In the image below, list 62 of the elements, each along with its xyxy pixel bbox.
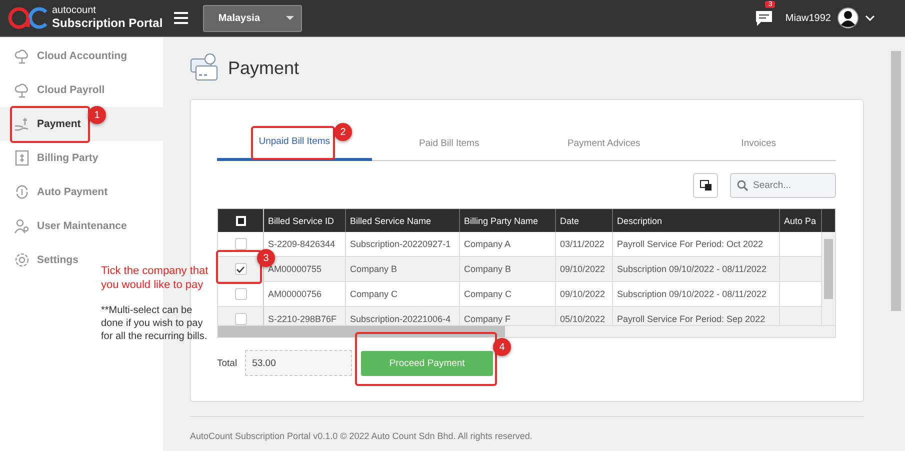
payment-card-icon — [190, 53, 218, 83]
sidebar-item[interactable]: User Maintenance — [0, 209, 131, 243]
tab[interactable]: Payment Advices — [566, 138, 642, 150]
table-cell: Payroll Service For Period: Oct 2022 — [613, 232, 780, 256]
sidebar-item-icon — [14, 252, 30, 268]
table-cell: Company B — [346, 257, 460, 281]
sidebar-item-icon — [14, 218, 30, 234]
sidebar-item[interactable]: Settings — [0, 243, 82, 277]
table-cell: Subscription-20220927-1 — [346, 232, 460, 256]
note-text: for all the recurring bills. — [101, 330, 208, 343]
logo-wordmark: autocount — [52, 6, 97, 17]
table-cell: Company A — [460, 232, 556, 256]
chat-icon[interactable] — [755, 9, 774, 27]
caret-icon — [286, 16, 294, 20]
sidebar-item[interactable]: Cloud Accounting — [0, 39, 132, 73]
table-cell: 03/11/2022 — [556, 232, 613, 256]
table-cell: Company C — [460, 282, 556, 306]
tip-text: you would like to pay — [101, 278, 204, 292]
sidebar-item[interactable]: Cloud Payroll — [0, 73, 109, 107]
sidebar-item[interactable]: Auto Payment — [0, 175, 112, 209]
note-text: **Multi-select can be — [101, 304, 194, 317]
table-cell: 09/10/2022 — [556, 257, 613, 281]
table-cell: AM00000756 — [264, 282, 346, 306]
row-checkbox[interactable] — [234, 263, 246, 275]
footer-text: AutoCount Subscription Portal v0.1.0 © 2022 Auto Count Sdn Bhd. All rights reserved. — [190, 431, 534, 441]
avatar-icon[interactable] — [837, 7, 859, 29]
select-all-checkbox[interactable] — [236, 216, 246, 226]
row-checkbox[interactable] — [234, 238, 246, 250]
column-chooser-button[interactable] — [693, 173, 718, 198]
vertical-scrollbar[interactable] — [822, 232, 835, 325]
page-title: Payment — [228, 58, 300, 78]
tab[interactable]: Invoices — [740, 138, 778, 150]
table-cell: Company B — [460, 257, 556, 281]
note-text: done if you wish to pay — [101, 317, 204, 330]
portal-name: Subscription Portal — [52, 16, 163, 30]
table-cell: Subscription 09/10/2022 - 08/11/2022 — [613, 282, 780, 306]
total-field: 53.00 — [245, 350, 352, 376]
sidebar-item-icon — [14, 116, 30, 132]
chevron-down-icon[interactable] — [865, 15, 875, 21]
row-checkbox[interactable] — [234, 288, 246, 300]
country-dropdown[interactable]: Malaysia — [202, 4, 302, 32]
logo-icon — [8, 6, 48, 30]
table-cell: 09/10/2022 — [556, 282, 613, 306]
sidebar-item-icon — [14, 82, 30, 98]
username[interactable]: Miaw1992 — [785, 12, 831, 24]
tip-text: Tick the company that — [101, 264, 208, 278]
total-label: Total — [217, 358, 238, 368]
sidebar-item-icon — [14, 48, 30, 64]
table-cell: Subscription 09/10/2022 - 08/11/2022 — [613, 257, 780, 281]
tab[interactable]: Paid Bill Items — [418, 138, 480, 150]
tab[interactable]: Unpaid Bill Items — [258, 136, 332, 148]
search-field[interactable]: Search... — [730, 173, 836, 198]
sidebar-item-icon — [14, 150, 30, 166]
search-icon — [737, 180, 748, 191]
table-cell: Company C — [346, 282, 460, 306]
row-checkbox[interactable] — [234, 313, 246, 325]
sidebar-item[interactable]: Billing Party — [0, 141, 102, 175]
sidebar-item-icon — [14, 184, 30, 200]
menu-icon[interactable] — [174, 12, 188, 24]
horizontal-scrollbar[interactable] — [218, 325, 835, 337]
proceed-payment-button[interactable]: Proceed Payment — [361, 350, 494, 376]
columns-icon — [700, 180, 712, 191]
